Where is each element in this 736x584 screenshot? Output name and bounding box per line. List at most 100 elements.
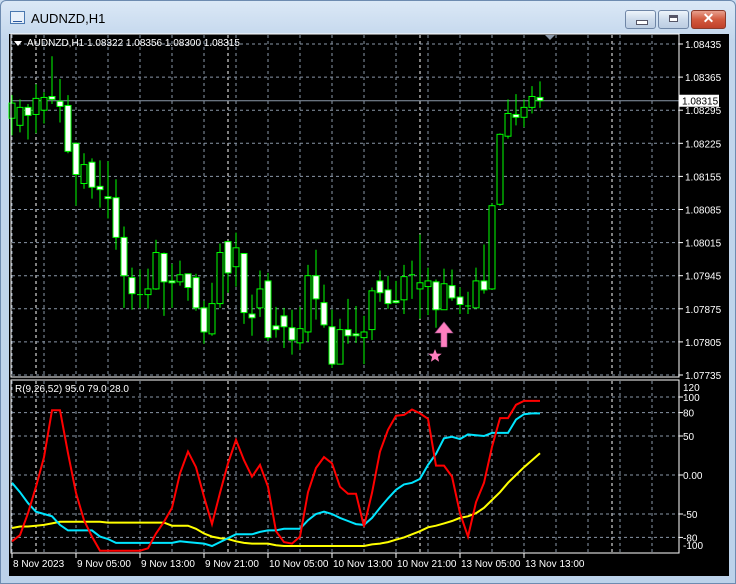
candle-body bbox=[416, 282, 424, 290]
candle-body bbox=[48, 95, 56, 100]
candle-body bbox=[96, 185, 104, 191]
candle bbox=[520, 99, 528, 128]
candle bbox=[200, 300, 208, 344]
candle bbox=[272, 306, 280, 338]
candle bbox=[360, 315, 368, 365]
candle bbox=[392, 280, 400, 304]
candle bbox=[416, 234, 424, 319]
indicator-label: 100 bbox=[683, 393, 700, 404]
candle bbox=[160, 252, 168, 316]
candle-body bbox=[112, 197, 120, 238]
candle-body bbox=[184, 273, 192, 289]
main-chart-border bbox=[10, 33, 680, 378]
candle bbox=[88, 158, 96, 199]
symbol-info: AUDNZD,H1 1.08322 1.08356 1.08300 1.0831… bbox=[27, 38, 240, 49]
candle-body bbox=[256, 288, 264, 309]
candle-body bbox=[512, 113, 520, 118]
price-label: 1.08155 bbox=[685, 172, 722, 183]
candle bbox=[40, 92, 48, 124]
candle-body bbox=[480, 280, 488, 291]
candle-body bbox=[168, 280, 176, 284]
candle bbox=[264, 272, 272, 341]
candle-body bbox=[440, 283, 448, 311]
candle-body bbox=[296, 328, 304, 344]
grid bbox=[11, 35, 679, 552]
candle bbox=[376, 270, 384, 302]
candle bbox=[368, 287, 376, 341]
price-label: 1.08015 bbox=[685, 239, 722, 250]
candle-body bbox=[504, 113, 512, 137]
indicator-label: -100 bbox=[683, 541, 703, 552]
candle bbox=[496, 133, 504, 206]
candle bbox=[296, 306, 304, 350]
candle-body bbox=[360, 331, 368, 339]
buy-arrow-icon bbox=[434, 321, 454, 348]
candle-body bbox=[496, 133, 504, 205]
candle-body bbox=[208, 303, 216, 335]
candle-body bbox=[224, 241, 232, 274]
candle-body bbox=[304, 275, 312, 333]
candle bbox=[472, 267, 480, 309]
candle-body bbox=[24, 106, 32, 116]
candle-body bbox=[88, 161, 96, 188]
candle bbox=[424, 267, 432, 315]
candle bbox=[320, 284, 328, 328]
candle-body bbox=[216, 252, 224, 305]
current-price-label: 1.08315 bbox=[682, 97, 719, 108]
candle bbox=[128, 267, 136, 310]
candle bbox=[536, 81, 544, 108]
candle bbox=[216, 243, 224, 308]
indicator-lines bbox=[11, 399, 541, 552]
candle-body bbox=[40, 96, 48, 111]
candle-body bbox=[328, 326, 336, 365]
indicator-label: 0.00 bbox=[683, 471, 703, 482]
candle bbox=[32, 84, 40, 134]
candle bbox=[480, 244, 488, 294]
candle bbox=[96, 160, 104, 208]
candle-body bbox=[232, 247, 240, 268]
candle bbox=[16, 99, 24, 133]
candle-body bbox=[160, 252, 168, 283]
candle bbox=[72, 142, 80, 206]
time-label: 9 Nov 21:00 bbox=[205, 559, 259, 570]
candle-body bbox=[536, 96, 544, 102]
candle bbox=[120, 226, 128, 308]
chart-canvas[interactable]: 1.08435 1.08365 1.08295 1.08225 1.08155 1.080… bbox=[0, 0, 736, 584]
price-label: 1.08435 bbox=[685, 40, 722, 51]
candle-body bbox=[456, 296, 464, 306]
candle bbox=[176, 260, 184, 286]
candle-body bbox=[272, 325, 280, 331]
price-label: 1.07875 bbox=[685, 305, 722, 316]
candle bbox=[144, 268, 152, 309]
candle-body bbox=[240, 252, 248, 314]
time-label: 10 Nov 05:00 bbox=[269, 559, 329, 570]
candle-body bbox=[8, 102, 16, 119]
chart-shift-marker-icon[interactable] bbox=[545, 35, 555, 40]
candle bbox=[384, 275, 392, 309]
candle-body bbox=[528, 95, 536, 108]
price-label: 1.07735 bbox=[685, 371, 722, 382]
candle bbox=[137, 269, 143, 308]
r-fast-line bbox=[11, 399, 540, 552]
candle-body bbox=[472, 280, 480, 309]
candle-body bbox=[368, 290, 376, 331]
candle-body bbox=[376, 280, 384, 294]
star-icon bbox=[428, 349, 442, 362]
indicator-label: -50 bbox=[683, 510, 698, 521]
candle-body bbox=[176, 274, 184, 283]
axes: 1.08435 1.08365 1.08295 1.08225 1.08155 1.080… bbox=[11, 40, 722, 570]
candle-body bbox=[144, 288, 152, 296]
candle-body bbox=[80, 164, 88, 184]
candle bbox=[440, 268, 448, 311]
candle-body bbox=[32, 97, 40, 115]
candle-body bbox=[312, 275, 320, 300]
candle-body bbox=[120, 236, 128, 277]
candles bbox=[8, 56, 544, 368]
candle-body bbox=[400, 276, 408, 301]
candle bbox=[80, 153, 88, 189]
candle-body bbox=[424, 280, 432, 288]
candle bbox=[240, 252, 248, 324]
time-label: 9 Nov 05:00 bbox=[77, 559, 131, 570]
candle bbox=[64, 95, 72, 154]
candle bbox=[409, 260, 415, 299]
